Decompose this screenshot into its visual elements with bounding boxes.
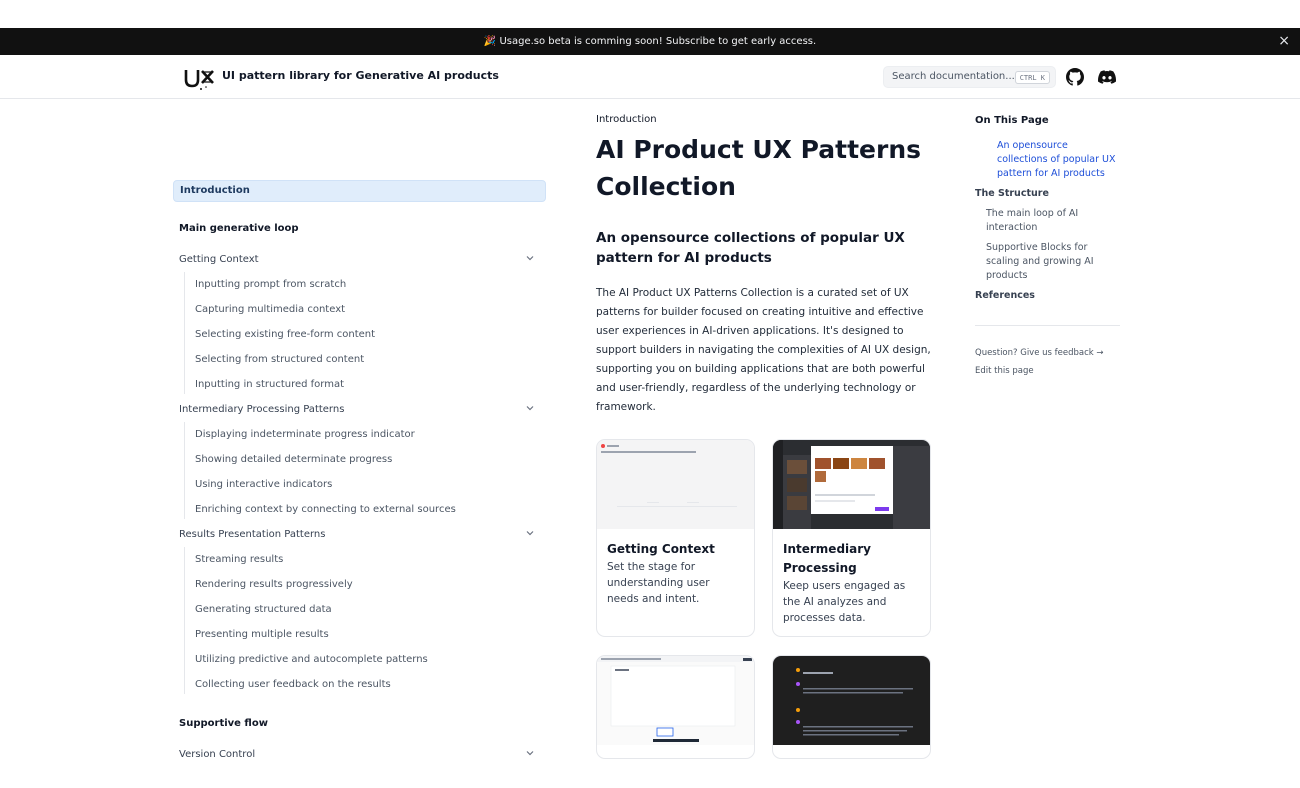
top-navbar: UI pattern library for Generative AI pro… [0, 55, 1300, 99]
card-description: Set the stage for understanding user nee… [607, 561, 710, 605]
sidebar-indent-line [184, 272, 185, 394]
sidebar-item-inputting-prompt[interactable]: Inputting prompt from scratch [195, 279, 346, 290]
sidebar-group-label: Intermediary Processing Patterns [179, 404, 345, 415]
toc-heading: On This Page [975, 115, 1049, 126]
sidebar-group-intermediary[interactable]: Intermediary Processing Patterns [179, 404, 541, 415]
sidebar-group-version-control[interactable]: Version Control [179, 749, 541, 760]
sidebar-item-interactive-indicators[interactable]: Using interactive indicators [195, 479, 332, 490]
intro-paragraph: The AI Product UX Patterns Collection is… [596, 287, 931, 413]
site-title[interactable]: UI pattern library for Generative AI pro… [222, 69, 499, 82]
card-thumbnail [773, 440, 930, 529]
sidebar-group-getting-context[interactable]: Getting Context [179, 254, 541, 265]
sidebar-indent-line [184, 547, 185, 694]
close-icon[interactable]: × [1278, 33, 1290, 49]
top-gap [0, 0, 1300, 28]
card-title: Getting Context [607, 542, 715, 556]
section-heading: An opensource collections of popular UX … [596, 230, 905, 266]
chevron-down-icon[interactable] [525, 748, 535, 758]
toc-link-main-loop[interactable]: The main loop of AI interaction [986, 207, 1106, 235]
sidebar-item-streaming-results[interactable]: Streaming results [195, 554, 283, 565]
sidebar-item-indeterminate-progress[interactable]: Displaying indeterminate progress indica… [195, 429, 415, 440]
sidebar-item-multiple-results[interactable]: Presenting multiple results [195, 629, 329, 640]
sidebar-group-label: Results Presentation Patterns [179, 529, 326, 540]
sidebar-item-determinate-progress[interactable]: Showing detailed determinate progress [195, 454, 392, 465]
sidebar-group-label: Version Control [179, 749, 256, 760]
edit-page-link[interactable]: Edit this page [975, 366, 1034, 376]
announcement-banner: 🎉 Usage.so beta is comming soon! Subscri… [0, 28, 1300, 55]
card-thumbnail [597, 656, 754, 745]
sidebar-item-user-feedback[interactable]: Collecting user feedback on the results [195, 679, 391, 690]
card-title: Intermediary Processing [783, 542, 871, 575]
card-chat-example[interactable] [772, 655, 931, 759]
sidebar-indent-line [184, 422, 185, 519]
chevron-down-icon[interactable] [525, 403, 535, 413]
chevron-down-icon[interactable] [525, 253, 535, 263]
sidebar-section-supportive-flow: Supportive flow [179, 718, 268, 729]
sidebar-group-label: Getting Context [179, 254, 259, 265]
search-placeholder: Search documentation... [892, 71, 1015, 82]
sidebar-item-capturing-multimedia[interactable]: Capturing multimedia context [195, 304, 345, 315]
sidebar-group-results-presentation[interactable]: Results Presentation Patterns [179, 529, 541, 540]
sidebar-item-predictive-autocomplete[interactable]: Utilizing predictive and autocomplete pa… [195, 654, 428, 665]
github-icon[interactable] [1066, 68, 1084, 86]
toc-link-references[interactable]: References [975, 289, 1035, 303]
card-thumbnail [773, 656, 930, 745]
search-input[interactable]: Search documentation... CTRL K [883, 66, 1056, 88]
toc-link-supportive-blocks[interactable]: Supportive Blocks for scaling and growin… [986, 241, 1111, 283]
card-results-presentation[interactable] [596, 655, 755, 759]
chevron-down-icon[interactable] [525, 528, 535, 538]
sidebar-item-enriching-context[interactable]: Enriching context by connecting to exter… [195, 504, 456, 515]
card-thumbnail [597, 440, 754, 529]
toc-link-opensource[interactable]: An opensource collections of popular UX … [997, 139, 1121, 181]
sidebar-item-selecting-structured[interactable]: Selecting from structured content [195, 354, 364, 365]
logo-icon[interactable] [184, 67, 216, 91]
discord-icon[interactable] [1098, 68, 1116, 86]
breadcrumb[interactable]: Introduction [596, 114, 657, 125]
sidebar-item-introduction[interactable]: Introduction [173, 180, 546, 202]
sidebar-item-inputting-structured[interactable]: Inputting in structured format [195, 379, 344, 390]
search-shortcut: CTRL K [1014, 71, 1050, 84]
card-getting-context[interactable]: Getting Context Set the stage for unders… [596, 439, 755, 637]
toc-link-structure[interactable]: The Structure [975, 187, 1049, 201]
toc-divider [975, 325, 1120, 326]
card-description: Keep users engaged as the AI analyzes an… [783, 580, 906, 624]
sidebar-item-structured-data[interactable]: Generating structured data [195, 604, 332, 615]
sidebar-item-rendering-progressively[interactable]: Rendering results progressively [195, 579, 353, 590]
sidebar-section-main-loop: Main generative loop [179, 223, 299, 234]
banner-text[interactable]: 🎉 Usage.so beta is comming soon! Subscri… [484, 36, 816, 47]
card-intermediary-processing[interactable]: Intermediary Processing Keep users engag… [772, 439, 931, 637]
feedback-link[interactable]: Question? Give us feedback → [975, 348, 1104, 358]
sidebar-item-selecting-freeform[interactable]: Selecting existing free-form content [195, 329, 375, 340]
page-title: AI Product UX Patterns Collection [596, 135, 922, 201]
